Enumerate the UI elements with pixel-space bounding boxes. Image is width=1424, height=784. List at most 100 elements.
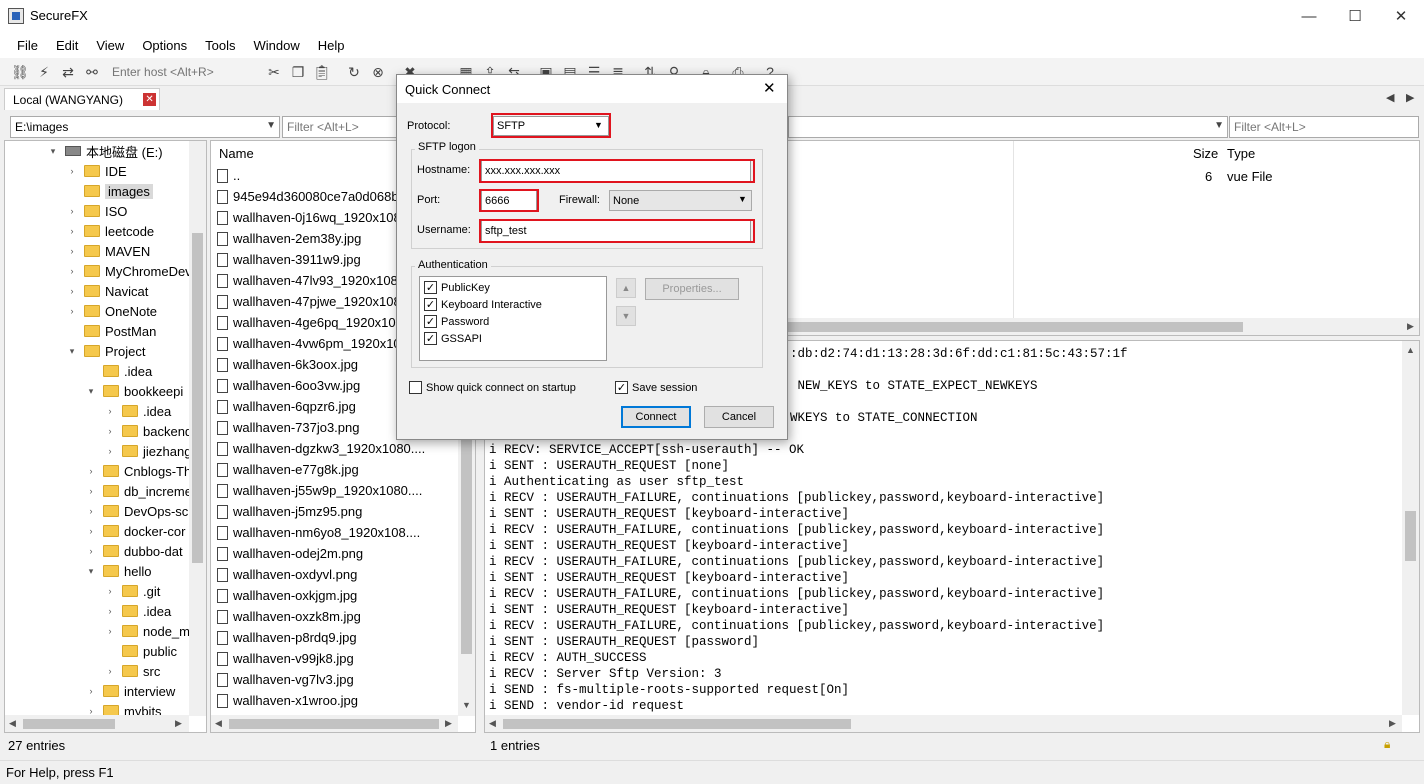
tree-scrollbar[interactable] xyxy=(189,141,206,716)
tree-item[interactable]: › db_increme xyxy=(85,481,192,501)
file-row[interactable]: wallhaven-dgzkw3_1920x1080.... xyxy=(217,438,425,459)
tree-item[interactable]: images xyxy=(66,181,153,201)
file-list-hscrollbar[interactable]: ◀ ▶ xyxy=(211,715,458,732)
save-session-checkbox[interactable]: ✓ Save session xyxy=(615,381,697,394)
file-row[interactable]: wallhaven-47lv93_1920x1080 xyxy=(217,270,405,291)
remote-path-combo[interactable]: ▼ xyxy=(788,116,1228,138)
close-tab-icon[interactable]: ✕ xyxy=(143,93,157,106)
file-row[interactable]: wallhaven-j5mz95.png xyxy=(217,501,362,522)
file-row[interactable]: wallhaven-odej2m.png xyxy=(217,543,363,564)
tree-item[interactable]: › .idea xyxy=(104,601,172,621)
file-row[interactable]: wallhaven-4ge6pq_1920x108 xyxy=(217,312,403,333)
tree-item[interactable]: › node_m xyxy=(104,621,190,641)
file-row[interactable]: wallhaven-e77g8k.jpg xyxy=(217,459,359,480)
show-on-startup-checkbox[interactable]: Show quick connect on startup xyxy=(409,381,576,394)
chevron-down-icon[interactable]: ▾ xyxy=(85,566,97,577)
column-header-name[interactable]: Name xyxy=(219,146,254,161)
file-row[interactable]: wallhaven-oxzk8m.jpg xyxy=(217,606,361,627)
connect-button[interactable]: Connect xyxy=(621,406,691,428)
tree-item[interactable]: › ISO xyxy=(66,201,128,221)
file-row[interactable]: wallhaven-737jo3.png xyxy=(217,417,359,438)
file-row[interactable]: wallhaven-6qpzr6.jpg xyxy=(217,396,356,417)
file-row[interactable]: wallhaven-4vw6pm_1920x108 xyxy=(217,333,408,354)
chevron-down-icon[interactable]: ▾ xyxy=(47,146,59,157)
paste-icon[interactable]: 📋︎ xyxy=(312,62,332,82)
chevron-right-icon[interactable]: › xyxy=(85,526,97,536)
host-input[interactable] xyxy=(108,62,258,82)
file-row[interactable]: wallhaven-nm6yo8_1920x108.... xyxy=(217,522,420,543)
tree-item[interactable]: › dubbo-dat xyxy=(85,541,183,561)
auth-method-password[interactable]: ✓ Password xyxy=(424,315,489,328)
file-row[interactable]: wallhaven-oxkjgm.jpg xyxy=(217,585,357,606)
refresh-icon[interactable]: ↻ xyxy=(344,62,364,82)
stop-icon[interactable]: ⊗ xyxy=(368,62,388,82)
file-row[interactable]: wallhaven-v99jk8.jpg xyxy=(217,648,354,669)
tree-item[interactable]: › src xyxy=(104,661,161,681)
tree-item[interactable]: › OneNote xyxy=(66,301,158,321)
file-row[interactable]: wallhaven-p8rdq9.jpg xyxy=(217,627,357,648)
file-row[interactable]: 945e94d360080ce7a0d068b xyxy=(217,186,399,207)
auth-method-keyboard-interactive[interactable]: ✓ Keyboard Interactive xyxy=(424,298,542,311)
quick-connect-icon[interactable]: ⚡ xyxy=(34,62,54,82)
chevron-down-icon[interactable]: ▾ xyxy=(66,346,78,357)
chevron-right-icon[interactable]: › xyxy=(85,546,97,556)
file-row[interactable]: wallhaven-2em38y.jpg xyxy=(217,228,361,249)
tree-item[interactable]: .idea xyxy=(85,361,152,381)
file-row[interactable]: wallhaven-6k3oox.jpg xyxy=(217,354,358,375)
maximize-button[interactable]: ☐ xyxy=(1332,0,1378,32)
tree-item[interactable]: › backend xyxy=(104,421,193,441)
tree-item[interactable]: › docker-cor xyxy=(85,521,186,541)
move-down-button[interactable]: ▼ xyxy=(616,306,636,326)
tree-item[interactable]: public xyxy=(104,641,177,661)
menu-options[interactable]: Options xyxy=(133,38,196,53)
tree-item[interactable]: › MAVEN xyxy=(66,241,151,261)
tree-item[interactable]: ▾ Project xyxy=(66,341,146,361)
chevron-right-icon[interactable]: › xyxy=(104,426,116,436)
chevron-right-icon[interactable]: › xyxy=(66,226,78,236)
auth-method-publickey[interactable]: ✓ PublicKey xyxy=(424,281,490,294)
file-row[interactable]: .. xyxy=(217,165,240,186)
close-window-button[interactable]: ✕ xyxy=(1378,0,1424,32)
menu-view[interactable]: View xyxy=(87,38,133,53)
tree-item[interactable]: › Cnblogs-Th xyxy=(85,461,192,481)
chevron-right-icon[interactable]: › xyxy=(66,206,78,216)
tree-item[interactable]: › jiezhang xyxy=(104,441,192,461)
tree-item[interactable]: › MyChromeDev xyxy=(66,261,192,281)
chevron-right-icon[interactable]: › xyxy=(104,626,116,636)
tree-hscrollbar[interactable]: ◀ ▶ xyxy=(5,715,189,732)
tree-item[interactable]: ▾ hello xyxy=(85,561,152,581)
file-row[interactable]: wallhaven-6oo3vw.jpg xyxy=(217,375,360,396)
file-row[interactable]: wallhaven-0j16wq_1920x108 xyxy=(217,207,401,228)
chevron-right-icon[interactable]: › xyxy=(85,686,97,696)
move-up-button[interactable]: ▲ xyxy=(616,278,636,298)
chevron-right-icon[interactable]: › xyxy=(104,606,116,616)
file-row[interactable]: wallhaven-vg7lv3.jpg xyxy=(217,669,354,690)
tree-item[interactable]: PostMan xyxy=(66,321,156,341)
minimize-button[interactable]: — xyxy=(1286,0,1332,32)
remote-filter-input[interactable]: Filter <Alt+L> xyxy=(1229,116,1419,138)
chevron-down-icon[interactable]: ▾ xyxy=(85,386,97,397)
chevron-right-icon[interactable]: › xyxy=(66,266,78,276)
chevron-right-icon[interactable]: › xyxy=(66,166,78,176)
cut-icon[interactable]: ✂ xyxy=(264,62,284,82)
firewall-select[interactable]: None ▼ xyxy=(609,190,752,211)
menu-tools[interactable]: Tools xyxy=(196,38,244,53)
chevron-right-icon[interactable]: › xyxy=(85,466,97,476)
chevron-right-icon[interactable]: › xyxy=(104,446,116,456)
chevron-right-icon[interactable]: › xyxy=(104,406,116,416)
tree-item[interactable]: › leetcode xyxy=(66,221,155,241)
chevron-right-icon[interactable]: › xyxy=(85,506,97,516)
tree-item[interactable]: › Navicat xyxy=(66,281,149,301)
file-row[interactable]: wallhaven-3911w9.jpg xyxy=(217,249,361,270)
tree-item[interactable]: › IDE xyxy=(66,161,127,181)
file-row[interactable]: wallhaven-j55w9p_1920x1080.... xyxy=(217,480,422,501)
tree-item[interactable]: › .git xyxy=(104,581,161,601)
chevron-right-icon[interactable]: › xyxy=(85,486,97,496)
column-header-size[interactable]: Size xyxy=(1193,146,1218,161)
cancel-button[interactable]: Cancel xyxy=(704,406,774,428)
copy-icon[interactable]: ❐ xyxy=(288,62,308,82)
log-scrollbar[interactable]: ▲ xyxy=(1402,341,1419,715)
tab-scroll-right-icon[interactable]: ▶ xyxy=(1406,91,1414,104)
connect-icon[interactable]: ⛓ xyxy=(10,62,30,82)
tab-local[interactable]: Local (WANGYANG) ✕ xyxy=(4,88,160,110)
